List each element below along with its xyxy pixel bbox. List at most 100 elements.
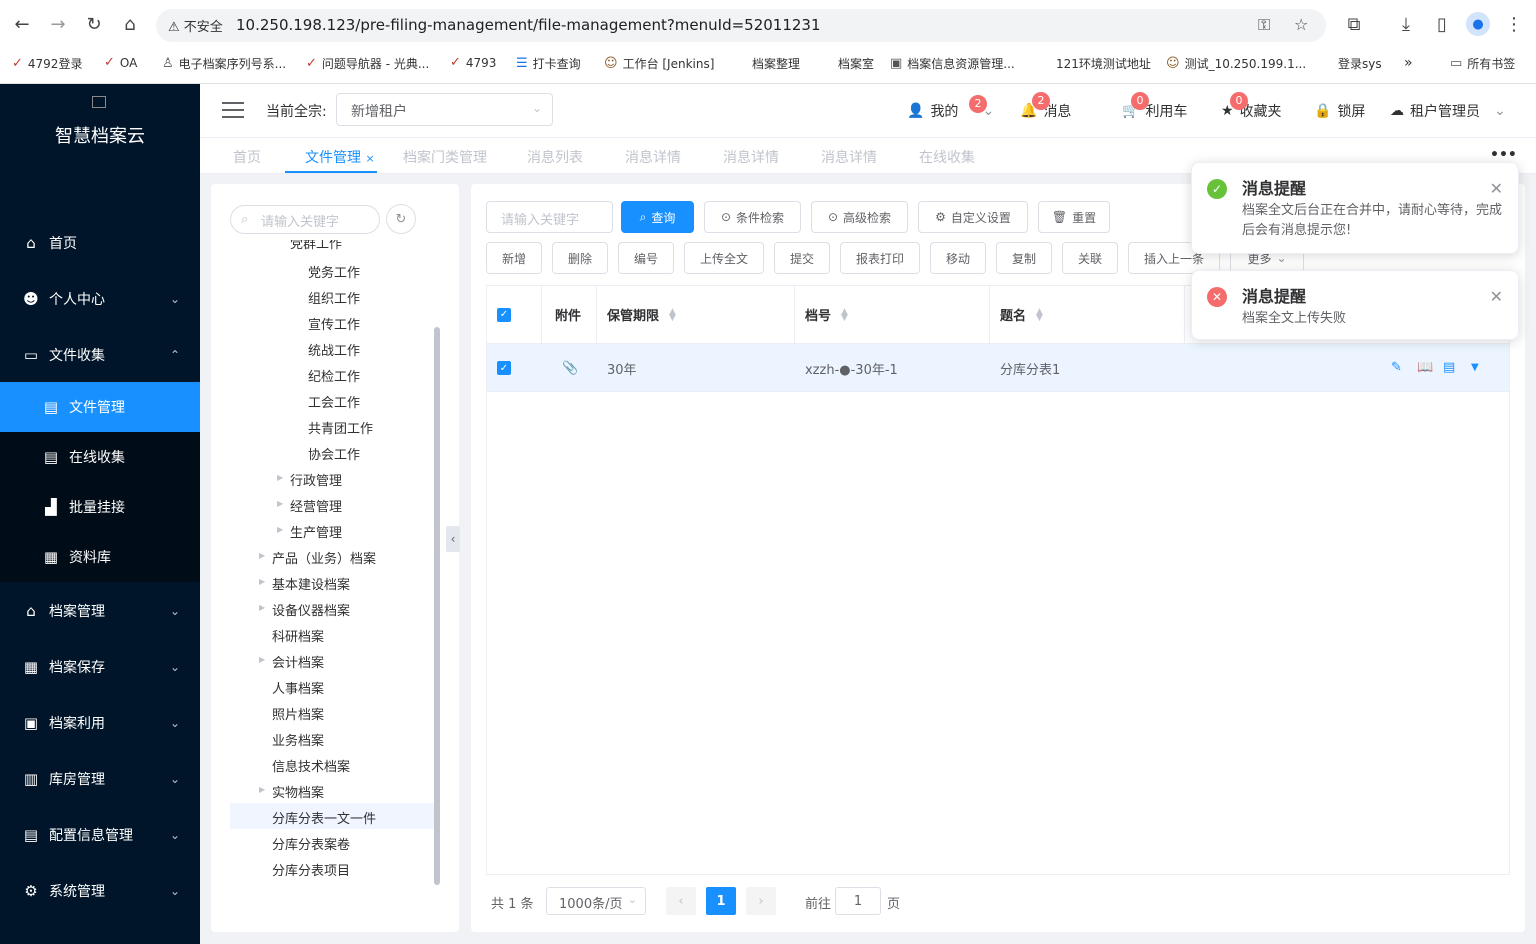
tab-message-list[interactable]: 消息列表: [527, 147, 583, 167]
tree-node[interactable]: 宣传工作: [308, 314, 360, 333]
submit-button[interactable]: 提交: [774, 242, 830, 274]
tree-node[interactable]: ▶ 生产管理: [277, 522, 342, 541]
bookmark[interactable]: ☺ 测试_10.250.199.1...: [1166, 55, 1306, 72]
table-row[interactable]: ✓ 📎 30年 xzzh-●-30年-1 分库分表1 ✎ 📖 ▤ ▼: [487, 344, 1509, 392]
user-dropdown[interactable]: ☁ 租户管理员 ⌄: [1390, 101, 1506, 121]
bookmark[interactable]: ✓ OA: [104, 55, 137, 70]
add-button[interactable]: 新增: [486, 242, 542, 274]
column-header-archive-number[interactable]: 档号 ▲ ▼: [795, 286, 990, 344]
menu-item-personal-center[interactable]: ☻ 个人中心 ⌄: [0, 274, 200, 324]
close-icon[interactable]: ✕: [1490, 179, 1503, 198]
bookmark[interactable]: ♙ 电子档案序列号系...: [162, 55, 286, 72]
bookmark[interactable]: ✓ 4792登录: [12, 55, 82, 72]
more-tabs-icon[interactable]: •••: [1490, 147, 1517, 163]
copy-button[interactable]: 复制: [996, 242, 1052, 274]
tab-archive-category[interactable]: 档案门类管理: [403, 147, 487, 167]
bookmark[interactable]: 档案室: [838, 55, 874, 72]
reset-button[interactable]: 🗑 重置: [1038, 201, 1110, 233]
tree-node[interactable]: 工会工作: [308, 392, 360, 411]
row-checkbox-cell[interactable]: ✓: [487, 344, 511, 392]
report-print-button[interactable]: 报表打印: [840, 242, 920, 274]
all-bookmarks[interactable]: ▭ 所有书签: [1450, 55, 1515, 72]
sort-icon[interactable]: ▲ ▼: [1036, 307, 1043, 322]
tree-node[interactable]: 纪检工作: [308, 366, 360, 385]
bookmark[interactable]: 档案整理: [752, 55, 800, 72]
select-all-header[interactable]: ✓: [487, 286, 542, 344]
tree-node[interactable]: 党务工作: [308, 262, 360, 281]
url-text[interactable]: 10.250.198.123/pre-filing-management/fil…: [236, 16, 821, 34]
document-icon[interactable]: ▤: [1443, 360, 1455, 375]
cart-button[interactable]: 🛒 利用车 0: [1122, 92, 1187, 121]
tab-message-detail[interactable]: 消息详情: [821, 147, 877, 167]
caret-right-icon[interactable]: ▶: [277, 499, 283, 508]
extensions-icon[interactable]: ⧉: [1342, 12, 1366, 36]
tree-node[interactable]: ▶ 产品（业务）档案: [259, 548, 376, 567]
tree-node[interactable]: ▶ 设备仪器档案: [259, 600, 350, 619]
tree-node[interactable]: ▶ 经营管理: [277, 496, 342, 515]
upload-fulltext-button[interactable]: 上传全文: [684, 242, 764, 274]
condition-search-button[interactable]: ⊙ 条件检索: [704, 201, 801, 233]
close-icon[interactable]: ×: [365, 152, 374, 165]
tab-file-management[interactable]: 文件管理 ×: [305, 147, 375, 167]
caret-right-icon[interactable]: ▶: [277, 525, 283, 534]
bookmark[interactable]: ☺ 工作台 [Jenkins]: [604, 55, 714, 72]
column-header-attachment[interactable]: 附件: [542, 286, 597, 344]
caret-right-icon[interactable]: ▶: [277, 473, 283, 482]
menu-item-archive-utilization[interactable]: ▣ 档案利用 ⌄: [0, 698, 200, 748]
lock-button[interactable]: 🔒 锁屏: [1314, 101, 1365, 121]
address-bar[interactable]: ⚠ 不安全 10.250.198.123/pre-filing-manageme…: [156, 9, 1326, 42]
search-button[interactable]: ⌕ 查询: [621, 201, 694, 233]
tree-node[interactable]: 科研档案: [272, 626, 324, 645]
back-icon[interactable]: ←: [10, 12, 34, 36]
paperclip-icon[interactable]: 📎: [552, 344, 578, 392]
caret-right-icon[interactable]: ▶: [259, 655, 265, 664]
row-checkbox[interactable]: ✓: [497, 361, 511, 375]
tree-node[interactable]: ▶ 基本建设档案: [259, 574, 350, 593]
star-icon[interactable]: ☆: [1294, 15, 1308, 34]
tree-node[interactable]: 组织工作: [308, 288, 360, 307]
column-header-retention[interactable]: 保管期限 ▲ ▼: [597, 286, 795, 344]
menu-item-warehouse-management[interactable]: ▥ 库房管理 ⌄: [0, 754, 200, 804]
move-button[interactable]: 移动: [930, 242, 986, 274]
goto-page-input[interactable]: 1: [835, 887, 881, 915]
security-warning[interactable]: ⚠ 不安全: [168, 16, 223, 35]
menu-icon[interactable]: ⋮: [1502, 12, 1526, 36]
bookmark[interactable]: ☰ 打卡查询: [516, 55, 581, 72]
tree-node[interactable]: ▶ 行政管理: [277, 470, 342, 489]
menu-item-home[interactable]: ⌂ 首页: [0, 218, 200, 268]
bookmark[interactable]: ✓ 4793: [450, 55, 496, 70]
hamburger-icon[interactable]: [222, 102, 244, 118]
link-button[interactable]: 关联: [1062, 242, 1118, 274]
tree-search-input[interactable]: ⌕ 请输入关键字: [230, 205, 380, 234]
tree-node[interactable]: 分库分表案卷: [272, 834, 350, 853]
tab-message-detail[interactable]: 消息详情: [723, 147, 779, 167]
bookmark[interactable]: ▣ 档案信息资源管理...: [890, 55, 1015, 72]
bookmark[interactable]: ✓ 问题导航器 - 光典...: [306, 55, 429, 72]
caret-right-icon[interactable]: ▶: [259, 551, 265, 560]
delete-button[interactable]: 删除: [552, 242, 608, 274]
mine-dropdown[interactable]: 👤 我的 2 ⌄: [907, 95, 994, 121]
key-icon[interactable]: ⚿: [1258, 15, 1270, 35]
custom-settings-button[interactable]: ⚙ 自定义设置: [918, 201, 1028, 233]
tree-node[interactable]: 共青团工作: [308, 418, 373, 437]
tree-scrollbar[interactable]: [434, 327, 440, 885]
menu-item-archive-management[interactable]: ⌂ 档案管理 ⌄: [0, 586, 200, 636]
tree-node[interactable]: 业务档案: [272, 730, 324, 749]
edit-icon[interactable]: ✎: [1391, 360, 1402, 375]
tree-node[interactable]: 人事档案: [272, 678, 324, 697]
page-size-select[interactable]: 1000条/页 ⌄: [546, 887, 646, 915]
sort-icon[interactable]: ▲ ▼: [841, 307, 848, 322]
book-icon[interactable]: 📖: [1417, 360, 1433, 375]
tree-node[interactable]: 协会工作: [308, 444, 360, 463]
page-number-current[interactable]: 1: [706, 887, 736, 915]
menu-item-archive-storage[interactable]: ▦ 档案保存 ⌄: [0, 642, 200, 692]
bookmark[interactable]: 121环境测试地址: [1056, 55, 1151, 72]
tab-online-collection[interactable]: 在线收集: [919, 147, 975, 167]
tree-node[interactable]: ▶ 实物档案: [259, 782, 324, 801]
more-bookmarks-icon[interactable]: »: [1404, 55, 1413, 71]
reload-icon[interactable]: ↻: [82, 12, 106, 36]
forward-icon[interactable]: →: [46, 12, 70, 36]
tree-node[interactable]: 照片档案: [272, 704, 324, 723]
tab-home[interactable]: 首页: [233, 147, 261, 167]
tree-node[interactable]: ▶ 会计档案: [259, 652, 324, 671]
